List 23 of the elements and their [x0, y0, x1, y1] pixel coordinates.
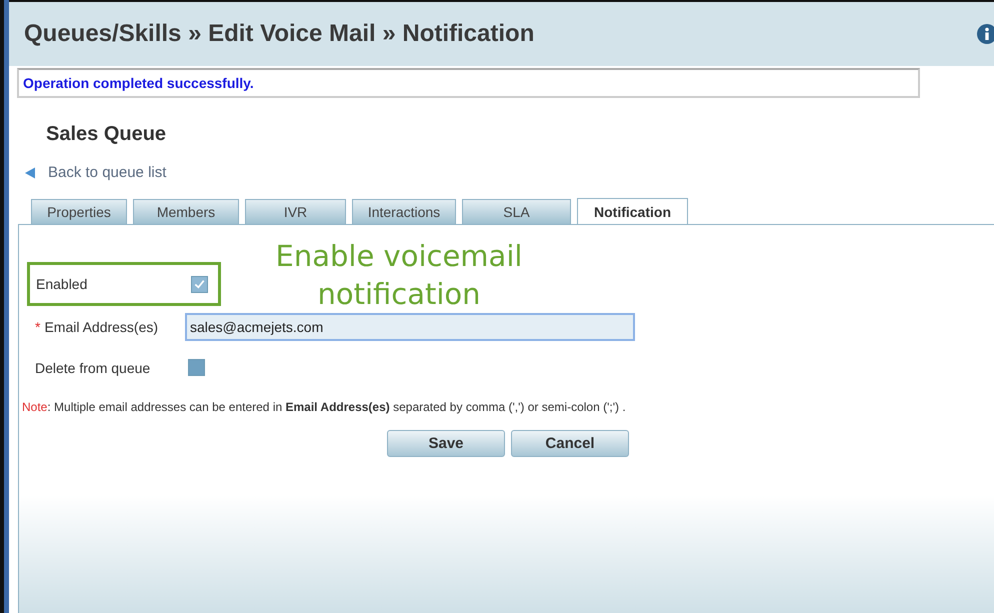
tab[interactable]: SLA — [462, 199, 571, 224]
required-mark: * — [35, 318, 40, 334]
checkbox[interactable] — [191, 276, 208, 292]
email-input[interactable]: sales@acmejets.com — [185, 312, 635, 340]
field-label: Delete from queue — [35, 360, 150, 376]
field-label: Enabled — [36, 276, 88, 292]
checkbox[interactable] — [188, 359, 205, 376]
success-message: Operation completed successfully. — [23, 75, 254, 91]
queue-name: Sales Queue — [46, 123, 168, 146]
page-title: Queues/Skills » Edit Voice Mail » Notification — [24, 20, 534, 48]
back-arrow-icon[interactable] — [24, 166, 36, 178]
tab[interactable]: Interactions — [352, 199, 456, 224]
tab[interactable]: Properties — [31, 199, 127, 224]
tab[interactable]: Members — [133, 199, 239, 224]
save-button[interactable]: Save — [387, 430, 505, 457]
tab[interactable]: IVR — [245, 199, 346, 224]
field-label: Email Address(es) — [44, 318, 158, 334]
info-icon[interactable] — [977, 24, 994, 44]
annotation-text: Enable voicemail notification — [274, 238, 524, 313]
note-text: Note: Multiple email addresses can be entered in Email Address(es) separated by comma (',') or semi-colon (';') . — [22, 400, 627, 414]
cancel-button[interactable]: Cancel — [511, 430, 629, 457]
tab[interactable]: Notification — [577, 198, 688, 225]
back-link[interactable]: Back to queue list — [48, 164, 166, 181]
